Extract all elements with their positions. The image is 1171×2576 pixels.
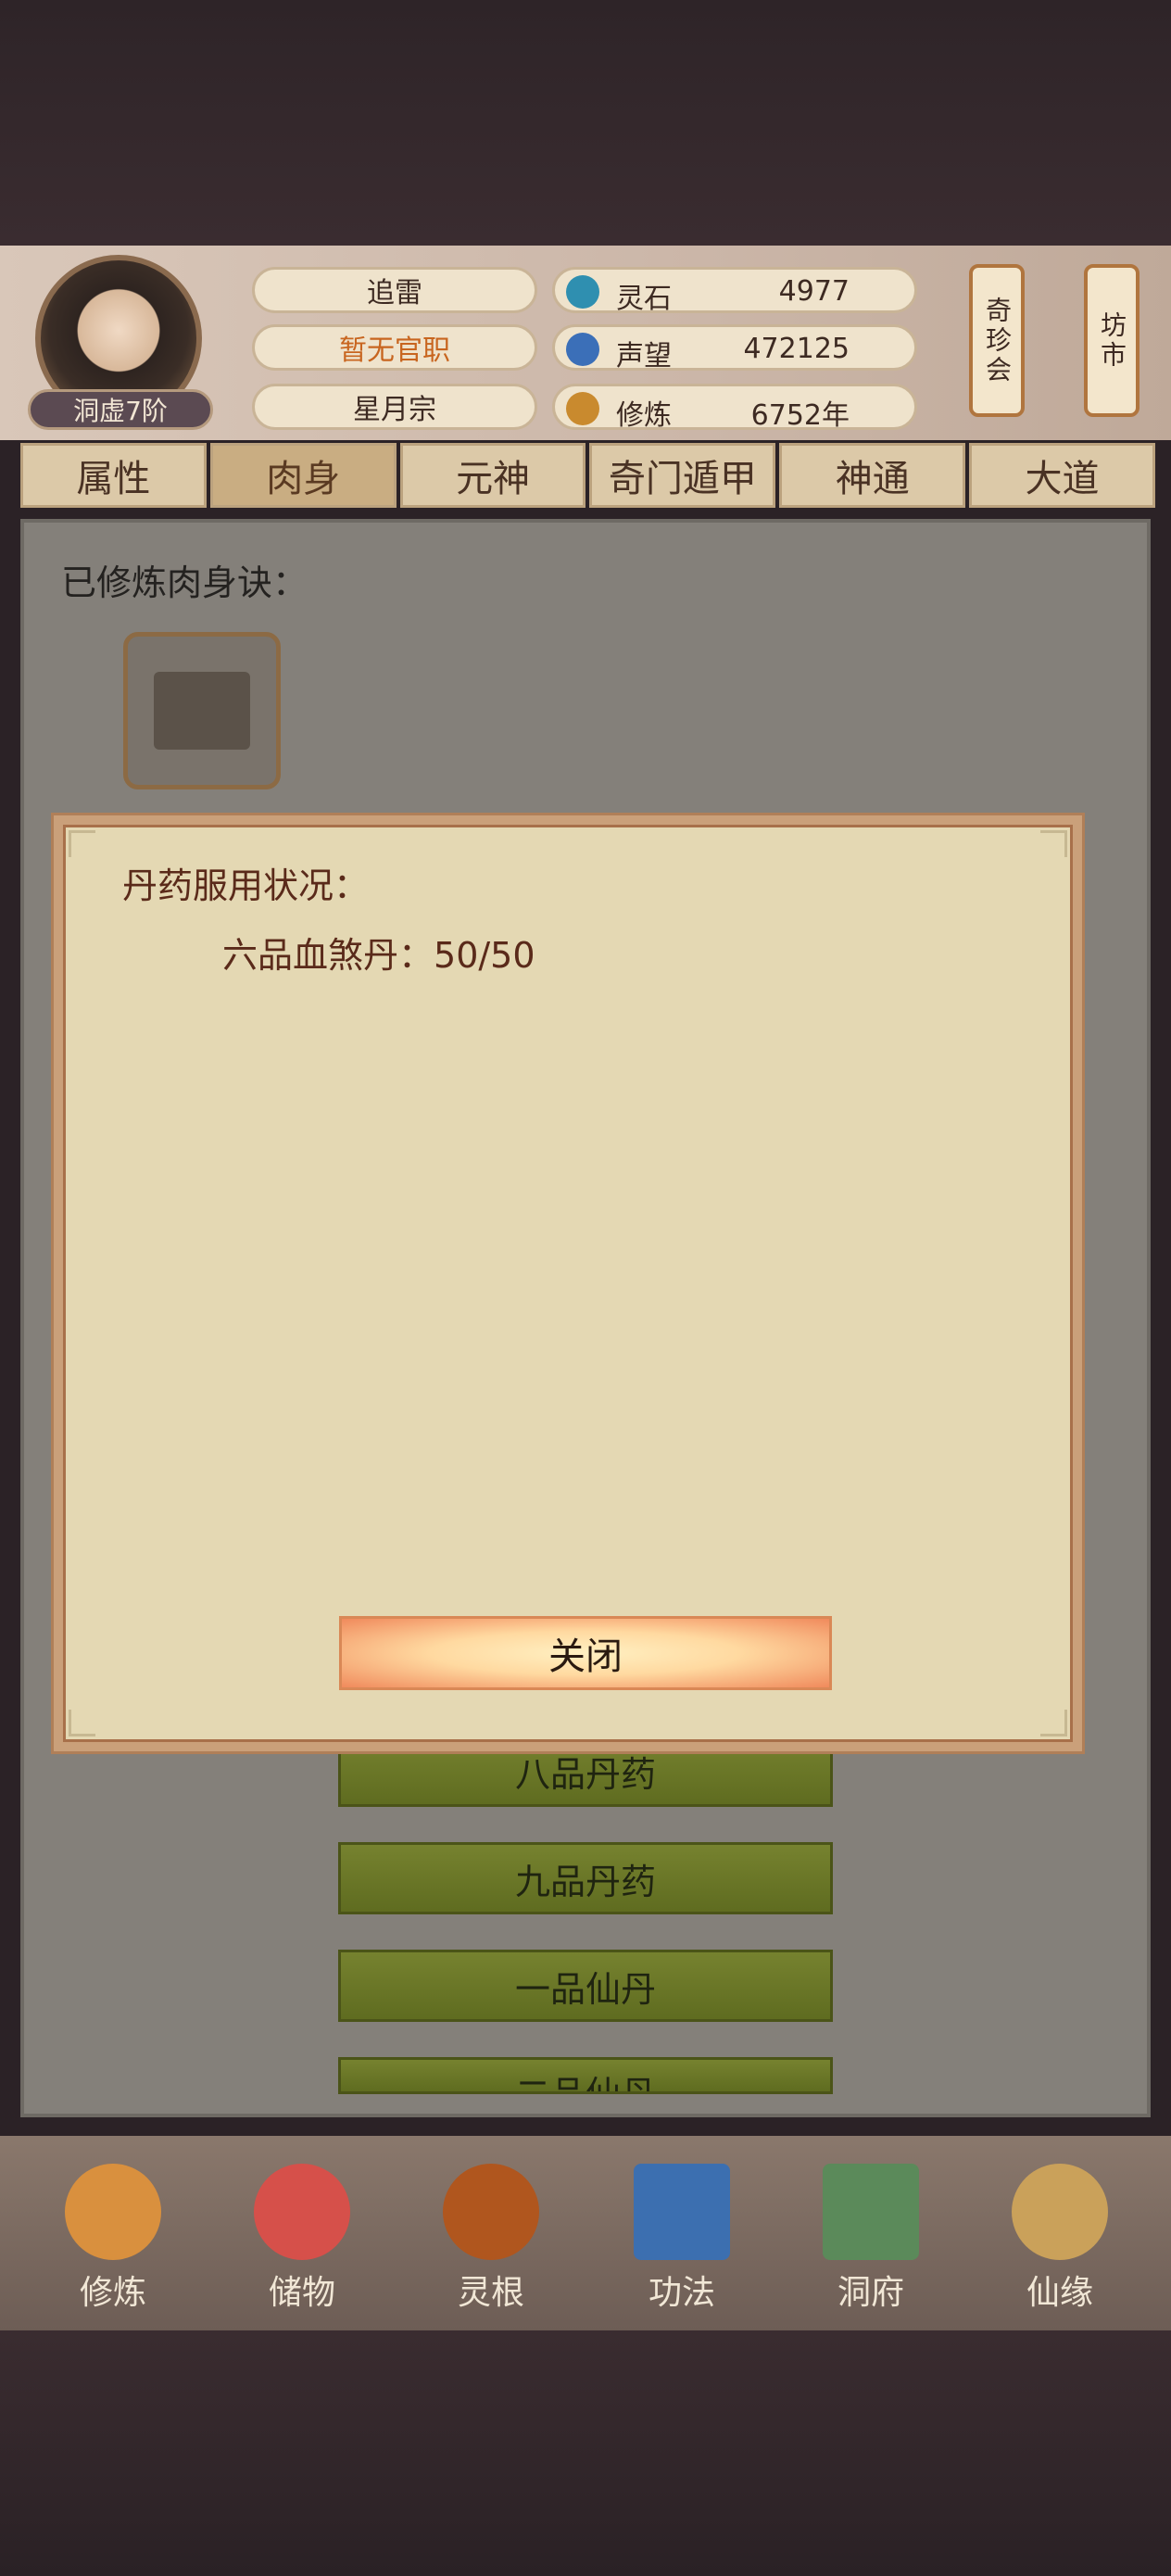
stat-value: 6752年 (750, 399, 850, 432)
pill-grade-9-button[interactable]: 九品丹药 (338, 1842, 833, 1914)
corner-ornament (69, 1710, 95, 1736)
tab-bar: 属性 肉身 元神 奇门遁甲 神通 大道 (20, 443, 1155, 510)
top-background (0, 0, 1171, 246)
tab-powers[interactable]: 神通 (779, 443, 966, 508)
nav-label: 灵根 (457, 2274, 524, 2312)
corner-ornament (1040, 1710, 1067, 1736)
stat-reputation: 声望 472125 (552, 324, 917, 373)
tab-dao[interactable]: 大道 (969, 443, 1155, 508)
stat-label: 灵石 (616, 283, 672, 315)
cultivated-label: 已修炼肉身诀： (61, 562, 308, 603)
immortal-pill-1-button[interactable]: 一品仙丹 (338, 1950, 833, 2022)
nav-label: 储物 (268, 2274, 335, 2312)
stat-spirit-stone: 灵石 4977 (552, 267, 917, 315)
official-title[interactable]: 暂无官职 (252, 324, 537, 371)
spirit-stone-icon (566, 275, 599, 309)
nav-label: 修炼 (79, 2274, 146, 2312)
tab-qimen[interactable]: 奇门遁甲 (589, 443, 776, 508)
treasure-bag-icon (254, 2164, 350, 2260)
corner-ornament (1040, 830, 1067, 857)
market-label: 坊市 (1097, 310, 1127, 371)
nav-label: 仙缘 (1026, 2274, 1093, 2312)
nav-label: 功法 (648, 2274, 715, 2312)
body-technique-book-icon[interactable] (123, 632, 281, 789)
bottom-background (0, 2330, 1171, 2576)
close-button[interactable]: 关闭 (339, 1616, 832, 1690)
nav-cave[interactable]: 洞府 (797, 2164, 945, 2321)
stat-value: 4977 (778, 275, 850, 308)
nav-spirit-root[interactable]: 灵根 (417, 2164, 565, 2321)
stat-cultivation: 修炼 6752年 (552, 384, 917, 432)
nav-cultivate[interactable]: 修炼 (39, 2164, 187, 2321)
technique-book-icon (634, 2164, 730, 2260)
treasure-fair-label: 奇珍会 (982, 296, 1013, 385)
pill-status-dialog (54, 815, 1082, 1751)
cave-dwelling-icon (823, 2164, 919, 2260)
dialog-title: 丹药服用状况： (122, 865, 370, 906)
tab-spirit[interactable]: 元神 (399, 443, 586, 508)
tab-attributes[interactable]: 属性 (20, 443, 207, 508)
nav-fate[interactable]: 仙缘 (986, 2164, 1134, 2321)
corner-ornament (69, 830, 95, 857)
stat-label: 声望 (616, 340, 672, 373)
market-button[interactable]: 坊市 (1084, 264, 1140, 417)
tab-body[interactable]: 肉身 (209, 443, 397, 508)
nav-label: 洞府 (837, 2274, 904, 2312)
player-name: 追雷 (252, 267, 537, 313)
reputation-icon (566, 333, 599, 366)
treasure-fair-button[interactable]: 奇珍会 (969, 264, 1025, 417)
monk-icon (65, 2164, 161, 2260)
stat-label: 修炼 (616, 399, 672, 432)
spirit-root-icon (443, 2164, 539, 2260)
pill-count: 50/50 (434, 935, 535, 976)
stat-value: 472125 (743, 333, 850, 365)
rank-badge: 洞虚7阶 (28, 389, 213, 430)
nav-techniques[interactable]: 功法 (608, 2164, 756, 2321)
sect-name[interactable]: 星月宗 (252, 384, 537, 430)
pill-name: 六品血煞丹： (222, 935, 434, 976)
immortal-pill-2-button[interactable]: 二品仙丹 (338, 2057, 833, 2094)
cultivation-icon (566, 392, 599, 425)
gourd-icon (1012, 2164, 1108, 2260)
pill-status-row: 六品血煞丹：50/50 (222, 927, 535, 978)
nav-storage[interactable]: 储物 (228, 2164, 376, 2321)
